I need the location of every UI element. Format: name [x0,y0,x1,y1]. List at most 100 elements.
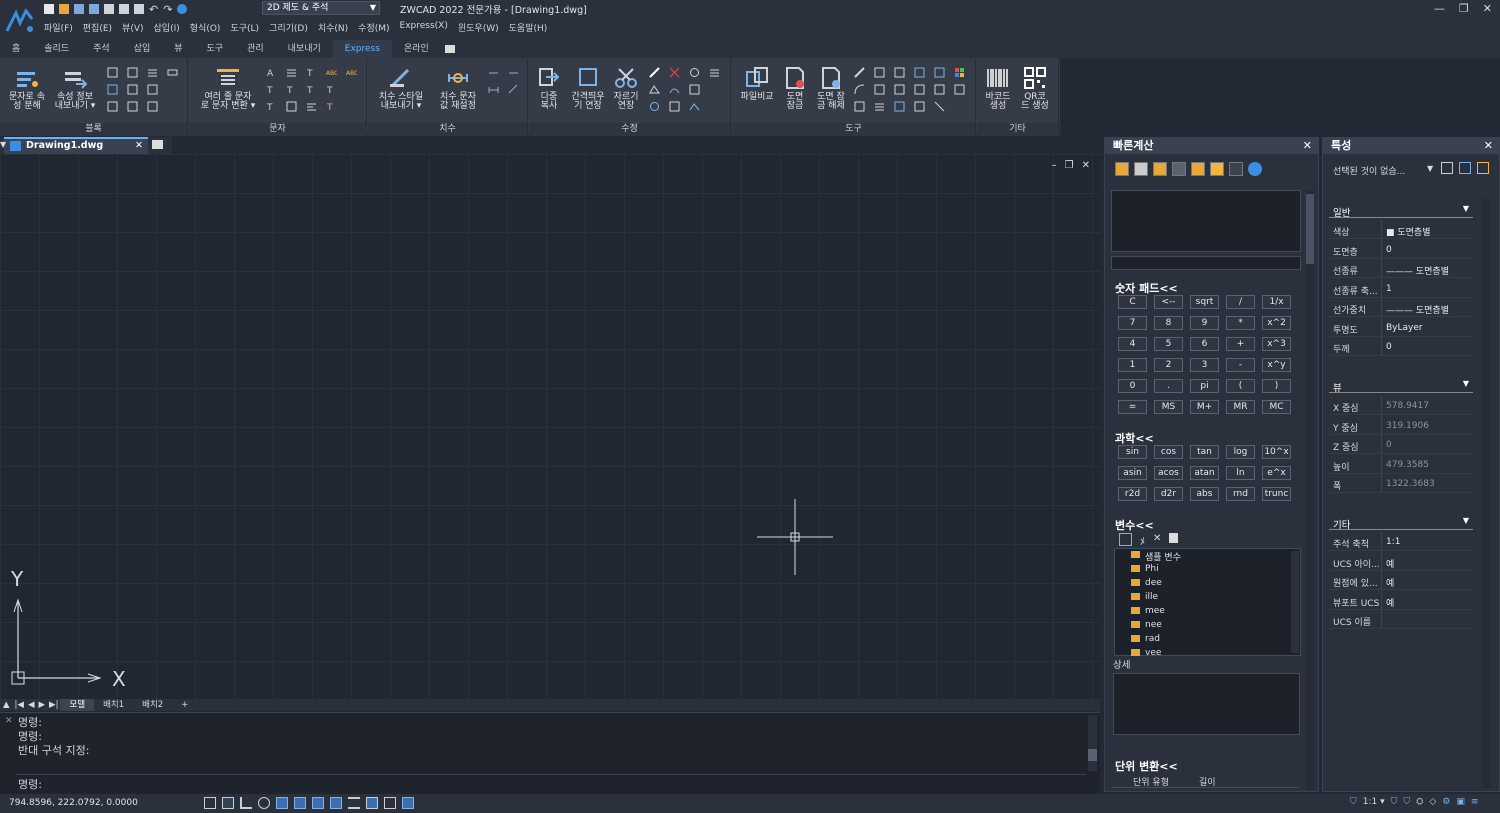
ribbon-toggle-icon[interactable] [444,45,455,53]
new-file-icon[interactable] [44,4,54,14]
viewport-close-icon[interactable]: ✕ [1082,160,1090,171]
modify-tool-icon[interactable] [689,84,700,95]
calc-key-button[interactable]: MR [1226,400,1255,414]
modify-tool-icon[interactable] [669,101,680,112]
property-row[interactable]: 뷰포트 UCS 예 [1329,590,1473,610]
menu-insert[interactable]: 삽입(I) [154,21,180,34]
export-attributes-button[interactable]: 속성 정보 내보내기 ▾ [52,66,98,111]
clean-screen-icon[interactable]: ▣ [1456,797,1465,807]
export-dimstyle-button[interactable]: 치수 스타일 내보내기 ▾ [372,66,430,111]
calc-key-button[interactable]: pi [1190,379,1219,393]
calc-key-button[interactable]: * [1226,316,1255,330]
dim-tool-icon[interactable] [508,84,519,95]
save-as-icon[interactable] [89,4,99,14]
text-tool-icon[interactable]: T [306,84,317,95]
tool-icon[interactable] [914,84,925,95]
property-row[interactable]: 두께 0 [1329,337,1473,356]
calc-key-button[interactable]: / [1226,295,1255,309]
save-icon[interactable] [74,4,84,14]
minimize-icon[interactable]: — [1434,2,1445,15]
modify-tool-icon[interactable] [649,101,660,112]
new-variable-icon[interactable] [1119,533,1132,546]
modify-tool-icon[interactable] [649,67,660,78]
variable-scrollbar[interactable] [1291,551,1299,653]
variables-title[interactable]: 변수<< [1115,517,1154,533]
menu-dimension[interactable]: 치수(N) [318,21,348,34]
multi-copy-button[interactable]: 다중 복사 [533,66,565,111]
block-tool-icon[interactable] [147,101,158,112]
tab-layout1[interactable]: 배치1 [94,699,133,711]
calc-key-button[interactable]: e^x [1262,466,1291,480]
annotation-monitor-icon[interactable] [402,797,414,809]
angle-icon[interactable] [1210,162,1224,176]
clear-icon[interactable] [1229,162,1243,176]
property-row[interactable]: 높이 479.3585 [1329,454,1473,474]
menu-help[interactable]: 도움말(H) [509,21,548,34]
property-value[interactable] [1386,615,1474,633]
text-tool-icon[interactable]: T [266,84,277,95]
close-icon[interactable]: ✕ [1303,138,1312,154]
calc-key-button[interactable]: 10^x [1262,445,1291,459]
tool-icon[interactable] [934,84,945,95]
block-tool-icon[interactable] [107,84,118,95]
trim-extend-button[interactable]: 자르기 연장 [609,66,643,111]
layout-nav-icon[interactable]: ▲ [0,700,13,710]
property-row[interactable]: 폭 1322.3683 [1329,474,1473,493]
tab-list-icon[interactable]: ▼ [0,140,6,149]
tool-icon[interactable] [934,67,945,78]
section-misc[interactable]: 기타 ▼ [1329,516,1473,531]
calc-key-button[interactable]: MS [1154,400,1183,414]
annotation-visibility-icon[interactable]: ⛉ [1391,797,1398,807]
close-icon[interactable]: ✕ [1484,138,1493,154]
calc-key-button[interactable]: cos [1154,445,1183,459]
viewport-minimize-icon[interactable]: – [1052,160,1057,171]
text-tool-icon[interactable]: T [326,84,337,95]
menu-file[interactable]: 파일(F) [44,21,73,34]
first-layout-icon[interactable]: |◀ [13,700,26,710]
redo-icon[interactable]: ↷ [163,3,172,16]
property-row[interactable]: 투명도 ByLayer [1329,317,1473,337]
calc-key-button[interactable]: . [1154,379,1183,393]
ortho-icon[interactable] [240,797,252,809]
modify-tool-icon[interactable] [689,67,700,78]
section-view[interactable]: 뷰 ▼ [1329,379,1473,394]
tool-icon[interactable] [894,84,905,95]
tab-online[interactable]: 온라인 [392,40,441,58]
calc-key-button[interactable]: acos [1154,466,1183,480]
modify-tool-icon[interactable] [649,84,660,95]
tab-home[interactable]: 홈 [0,40,32,58]
calc-key-button[interactable]: 6 [1190,337,1219,351]
tool-icon[interactable] [914,67,925,78]
lock-icon[interactable]: ◇ [1429,797,1436,807]
tab-model[interactable]: 모델 [60,699,95,711]
calc-key-button[interactable]: trunc [1262,487,1291,501]
plot-icon[interactable] [104,4,114,14]
calc-key-button[interactable]: 4 [1118,337,1147,351]
help-icon[interactable] [177,4,188,14]
dyn-input-icon[interactable] [330,797,342,809]
calculator-icon[interactable] [1169,533,1179,543]
polar-icon[interactable] [258,797,270,809]
select-objects-icon[interactable] [1441,162,1453,174]
grid-icon[interactable] [204,797,216,809]
tab-export[interactable]: 내보내기 [276,40,333,58]
calc-key-button[interactable]: tan [1190,445,1219,459]
calc-input[interactable] [1111,256,1301,270]
tab-solid[interactable]: 솔리드 [32,40,81,58]
otrack-icon[interactable] [294,797,306,809]
text-tool-icon[interactable]: T [266,101,277,112]
close-icon[interactable]: ✕ [1483,2,1492,15]
property-row[interactable]: Y 중심 319.1906 [1329,415,1473,435]
undo-icon[interactable]: ↶ [149,3,158,16]
osnap-icon[interactable] [276,797,288,809]
text-tool-icon[interactable]: T [306,67,317,78]
variable-item[interactable]: Phi [1129,564,1159,574]
lineweight-icon[interactable] [348,797,360,809]
calc-key-button[interactable]: 1/x [1262,295,1291,309]
scientific-title[interactable]: 과학<< [1115,430,1154,446]
variable-item[interactable]: vee [1129,648,1161,658]
tool-icon[interactable] [854,101,865,112]
new-tab-icon[interactable] [152,140,163,149]
tool-icon[interactable] [874,84,885,95]
menu-express[interactable]: Express(X) [400,21,448,34]
